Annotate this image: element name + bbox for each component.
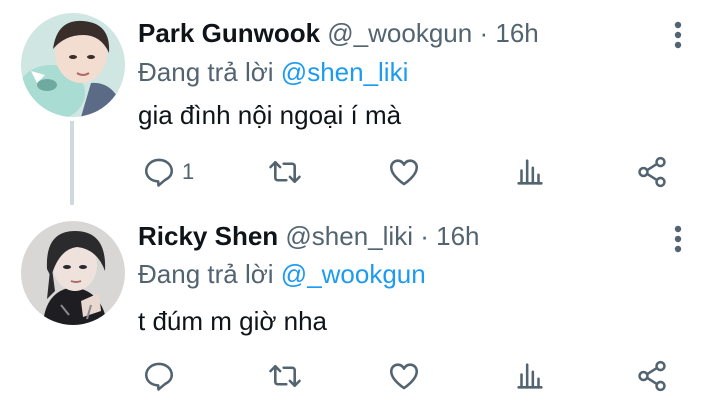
display-name[interactable]: Ricky Shen xyxy=(138,221,278,251)
tweet-actions xyxy=(130,356,700,396)
replying-to-label: Đang trả lời xyxy=(138,259,274,289)
handle[interactable]: @shen_liki xyxy=(285,221,413,251)
more-vertical-icon[interactable] xyxy=(663,222,693,256)
heart-icon xyxy=(389,363,419,390)
replying-to-handle[interactable]: @_wookgun xyxy=(281,259,426,289)
timestamp[interactable]: 16h xyxy=(495,18,538,48)
views-button[interactable] xyxy=(513,356,547,396)
comment-bubble-icon xyxy=(144,158,174,187)
views-bar-chart-icon xyxy=(517,363,543,389)
share-button[interactable] xyxy=(635,152,669,192)
reply-button[interactable] xyxy=(142,356,182,396)
comment-bubble-icon xyxy=(144,362,174,391)
tweet-header: Park Gunwook @_wookgun · 16h xyxy=(138,16,539,50)
separator-dot: · xyxy=(420,221,429,251)
tweet[interactable]: Ricky Shen @shen_liki · 16h Đang trả lời… xyxy=(0,205,720,410)
display-name[interactable]: Park Gunwook xyxy=(138,18,320,48)
retweet-button[interactable] xyxy=(267,356,303,396)
replying-to-handle[interactable]: @shen_liki xyxy=(281,57,409,87)
reply-count: 1 xyxy=(182,159,195,184)
retweet-icon xyxy=(269,161,301,183)
avatar[interactable] xyxy=(21,13,125,117)
heart-icon xyxy=(389,159,419,186)
timestamp[interactable]: 16h xyxy=(436,221,479,251)
share-icon xyxy=(638,156,666,188)
tweet-text: gia đình nội ngoại í mà xyxy=(138,100,402,130)
retweet-button[interactable] xyxy=(267,152,303,192)
tweet-header: Ricky Shen @shen_liki · 16h xyxy=(138,219,480,253)
tweet[interactable]: Park Gunwook @_wookgun · 16h Đang trả lờ… xyxy=(0,0,720,205)
more-vertical-icon[interactable] xyxy=(663,18,693,52)
views-bar-chart-icon xyxy=(517,159,543,185)
replying-to: Đang trả lời @_wookgun xyxy=(138,257,426,291)
replying-to: Đang trả lời @shen_liki xyxy=(138,55,408,89)
reply-button[interactable]: 1 xyxy=(142,152,194,192)
separator-dot: · xyxy=(479,18,489,48)
thread-connector-line xyxy=(70,121,74,205)
like-button[interactable] xyxy=(387,152,421,192)
avatar[interactable] xyxy=(21,221,125,325)
like-button[interactable] xyxy=(387,356,421,396)
tweet-text: t đúm m giờ nha xyxy=(138,306,328,336)
views-button[interactable] xyxy=(513,152,547,192)
replying-to-label: Đang trả lời xyxy=(138,57,274,87)
handle[interactable]: @_wookgun xyxy=(327,18,472,48)
share-button[interactable] xyxy=(635,356,669,396)
tweet-actions: 1 xyxy=(130,152,700,192)
retweet-icon xyxy=(269,365,301,387)
share-icon xyxy=(638,360,666,392)
